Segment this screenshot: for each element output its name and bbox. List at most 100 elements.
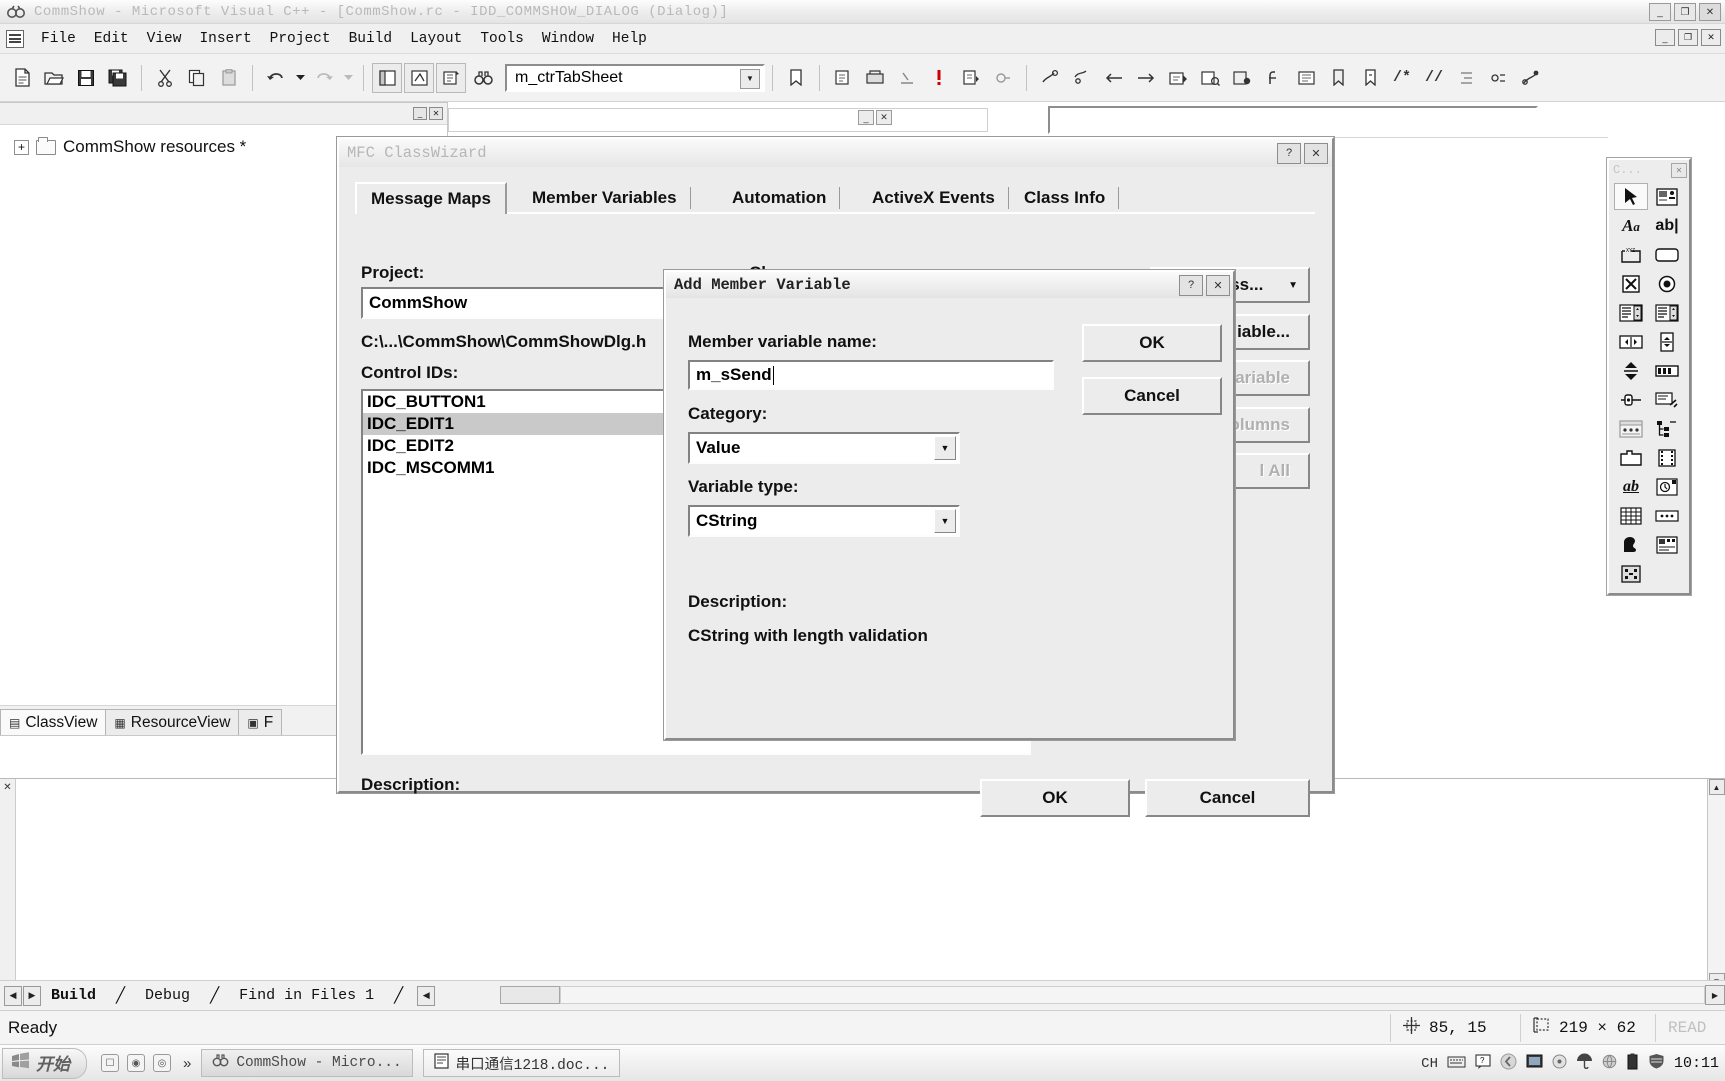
insert-function-icon[interactable]: [1259, 63, 1289, 93]
doc-restore-button[interactable]: ❐: [1678, 29, 1698, 46]
browser-icon[interactable]: ◎: [153, 1054, 171, 1072]
insert-breakpoint-icon[interactable]: [988, 63, 1018, 93]
redo-icon[interactable]: [309, 63, 339, 93]
editor-combo-box[interactable]: [1048, 106, 1538, 134]
cut-icon[interactable]: [150, 63, 180, 93]
undo-icon[interactable]: [261, 63, 291, 93]
menu-window[interactable]: Window: [533, 29, 603, 49]
menu-insert[interactable]: Insert: [190, 29, 260, 49]
properties-toggle-icon[interactable]: [436, 62, 466, 93]
member-variable-name-input[interactable]: m_sSend: [688, 360, 1054, 390]
output-vertical-scrollbar[interactable]: ▲ ▼: [1707, 779, 1725, 989]
go-debug-icon[interactable]: [956, 63, 986, 93]
find-combo-arrow-icon[interactable]: ▼: [740, 68, 760, 89]
variable-type-combo[interactable]: CString ▼: [688, 505, 960, 537]
group-box-tool[interactable]: XYZ: [1614, 241, 1648, 268]
references-icon[interactable]: [1195, 63, 1225, 93]
amv-title-bar[interactable]: Add Member Variable ? ✕: [666, 272, 1233, 298]
output-tab-findinfiles[interactable]: Find in Files 1: [229, 987, 384, 1004]
toolbox-close-icon[interactable]: ✕: [1671, 162, 1687, 178]
list-members-icon[interactable]: [1291, 63, 1321, 93]
amv-help-icon[interactable]: ?: [1179, 274, 1203, 296]
tab-automation[interactable]: Automation: [718, 182, 841, 214]
output-tab-build[interactable]: Build: [41, 987, 106, 1004]
ip-address-tool[interactable]: [1650, 502, 1684, 529]
classwizard-icon[interactable]: [1035, 63, 1065, 93]
redo-dropdown-icon[interactable]: [341, 63, 355, 93]
classwizard-ok-button[interactable]: OK: [980, 779, 1130, 817]
bookmark-next-icon[interactable]: [1355, 63, 1385, 93]
static-text-tool[interactable]: Aa: [1614, 212, 1648, 239]
amv-cancel-button[interactable]: Cancel: [1082, 377, 1222, 415]
hscroll-thumb[interactable]: [500, 986, 560, 1004]
save-icon[interactable]: [71, 63, 101, 93]
scroll-up-button[interactable]: ▲: [1708, 779, 1725, 795]
hscroll-right-button[interactable]: ▶: [1705, 985, 1725, 1005]
variable-type-combo-arrow-icon[interactable]: ▼: [934, 509, 956, 533]
slider-tool[interactable]: [1614, 386, 1648, 413]
add-class-dropdown-icon[interactable]: ▼: [1288, 280, 1298, 291]
output-tab-first-icon[interactable]: ◀: [4, 985, 22, 1006]
comment-line-icon[interactable]: //: [1419, 63, 1449, 93]
picture-tool[interactable]: [1650, 183, 1684, 210]
comment-block-icon[interactable]: /*: [1387, 63, 1417, 93]
back-icon[interactable]: [1500, 1053, 1517, 1075]
tree-expander-icon[interactable]: +: [14, 139, 29, 155]
output-tab-next-icon[interactable]: ▶: [23, 985, 41, 1006]
bookmark-icon[interactable]: [781, 63, 811, 93]
radio-button-tool[interactable]: [1650, 270, 1684, 297]
indent-icon[interactable]: [1451, 63, 1481, 93]
find-combo[interactable]: ▼: [505, 63, 765, 92]
keyboard-icon[interactable]: [1447, 1055, 1466, 1073]
vertical-scrollbar-tool[interactable]: [1650, 328, 1684, 355]
output-toggle-icon[interactable]: [404, 62, 434, 93]
classwizard-title-bar[interactable]: MFC ClassWizard ? ✕: [339, 139, 1332, 167]
category-combo-arrow-icon[interactable]: ▼: [934, 436, 956, 460]
output-pane-gutter[interactable]: ✕: [0, 779, 16, 1011]
button-tool[interactable]: [1650, 241, 1684, 268]
check-box-tool[interactable]: [1614, 270, 1648, 297]
classwizard-cancel-button[interactable]: Cancel: [1145, 779, 1310, 817]
hscroll-track[interactable]: [560, 986, 1705, 1004]
edit-box-tool[interactable]: ab|: [1650, 212, 1684, 239]
menu-view[interactable]: View: [138, 29, 191, 49]
menu-project[interactable]: Project: [261, 29, 340, 49]
list-control-tool[interactable]: [1614, 415, 1648, 442]
animate-tool[interactable]: [1650, 444, 1684, 471]
ime-language-indicator[interactable]: CH: [1421, 1056, 1438, 1072]
month-calendar-tool[interactable]: [1614, 502, 1648, 529]
undo-dropdown-icon[interactable]: [293, 63, 307, 93]
sound-icon[interactable]: [1552, 1054, 1567, 1074]
menu-tools[interactable]: Tools: [471, 29, 533, 49]
tab-class-info[interactable]: Class Info: [1010, 182, 1120, 214]
output-tab-debug[interactable]: Debug: [135, 987, 200, 1004]
maximize-button[interactable]: ❐: [1674, 3, 1696, 21]
doc-close-button[interactable]: ✕: [1701, 29, 1721, 46]
open-file-icon[interactable]: [39, 63, 69, 93]
wizardbar-actions-icon[interactable]: [1067, 63, 1097, 93]
menu-edit[interactable]: Edit: [85, 29, 138, 49]
workspace-close-button[interactable]: ✕: [429, 107, 443, 120]
execute-icon[interactable]: [924, 63, 954, 93]
activex-control-tool[interactable]: [1614, 560, 1648, 587]
editor-minimize-button[interactable]: _: [858, 110, 874, 125]
tab-message-maps[interactable]: Message Maps: [355, 182, 507, 214]
show-desktop-icon[interactable]: ☐: [101, 1054, 119, 1072]
menu-help[interactable]: Help: [603, 29, 656, 49]
taskbar-item-word-doc[interactable]: 串口通信1218.doc...: [422, 1049, 621, 1077]
next-member-icon[interactable]: [1131, 63, 1161, 93]
prev-member-icon[interactable]: [1099, 63, 1129, 93]
editor-close-button[interactable]: ✕: [876, 110, 892, 125]
progress-tool[interactable]: [1650, 357, 1684, 384]
horizontal-scrollbar-tool[interactable]: [1614, 328, 1648, 355]
menu-layout[interactable]: Layout: [401, 29, 471, 49]
spin-tool[interactable]: [1614, 357, 1648, 384]
menu-file[interactable]: File: [32, 29, 85, 49]
tab-classview[interactable]: ▤ ClassView: [0, 709, 107, 735]
menu-build[interactable]: Build: [340, 29, 402, 49]
shield-icon[interactable]: [1648, 1053, 1665, 1074]
rich-edit-tool[interactable]: ab: [1614, 473, 1648, 500]
taskbar-clock[interactable]: 10:11: [1674, 1055, 1719, 1072]
start-button[interactable]: 开始: [2, 1047, 87, 1079]
stop-build-icon[interactable]: [892, 63, 922, 93]
